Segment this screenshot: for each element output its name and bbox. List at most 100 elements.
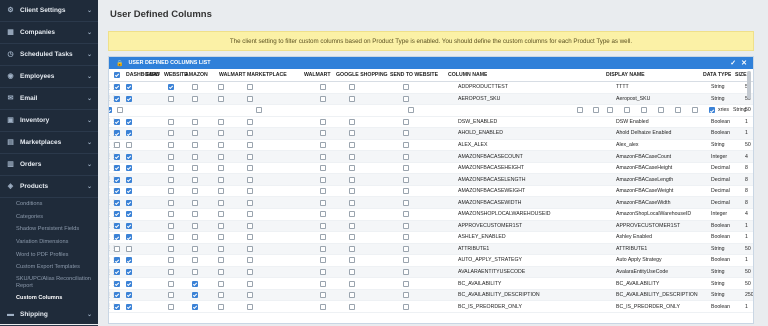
sidebar-item-companies[interactable]: ▦ Companies ⌄ bbox=[0, 22, 98, 44]
channel-checkbox[interactable] bbox=[641, 107, 647, 114]
row-select-checkbox[interactable] bbox=[114, 280, 120, 287]
channel-checkbox[interactable] bbox=[247, 84, 253, 91]
sidebar-item-inventory[interactable]: ▣ Inventory ⌄ bbox=[0, 110, 98, 132]
sidebar-subitem[interactable]: Word to PDF Profiles bbox=[0, 248, 98, 261]
row-select-checkbox[interactable] bbox=[114, 165, 120, 172]
channel-checkbox[interactable] bbox=[247, 292, 253, 299]
channel-checkbox[interactable] bbox=[218, 153, 224, 160]
channel-checkbox[interactable] bbox=[168, 199, 174, 206]
channel-checkbox[interactable] bbox=[168, 84, 174, 91]
sidebar-subitem[interactable]: Variation Dimensions bbox=[0, 236, 98, 249]
channel-checkbox[interactable] bbox=[247, 199, 253, 206]
channel-checkbox[interactable] bbox=[168, 118, 174, 125]
channel-checkbox[interactable] bbox=[218, 280, 224, 287]
channel-checkbox[interactable] bbox=[349, 269, 355, 276]
channel-checkbox[interactable] bbox=[168, 257, 174, 264]
channel-checkbox[interactable] bbox=[192, 280, 198, 287]
channel-checkbox[interactable] bbox=[126, 245, 132, 252]
row-select-checkbox[interactable] bbox=[114, 84, 120, 91]
channel-checkbox[interactable] bbox=[403, 153, 409, 160]
channel-checkbox[interactable] bbox=[168, 188, 174, 195]
save-icon[interactable]: ✓ bbox=[730, 59, 736, 67]
channel-checkbox[interactable] bbox=[247, 222, 253, 229]
channel-checkbox[interactable] bbox=[256, 107, 262, 114]
channel-checkbox[interactable] bbox=[349, 188, 355, 195]
sidebar-item-marketplaces[interactable]: ▤ Marketplaces ⌄ bbox=[0, 132, 98, 154]
channel-checkbox[interactable] bbox=[218, 199, 224, 206]
channel-checkbox[interactable] bbox=[218, 303, 224, 310]
channel-checkbox[interactable] bbox=[320, 142, 326, 148]
channel-checkbox[interactable] bbox=[168, 95, 174, 102]
channel-checkbox[interactable] bbox=[349, 292, 355, 299]
channel-checkbox[interactable] bbox=[320, 130, 326, 137]
channel-checkbox[interactable] bbox=[403, 234, 409, 241]
row-select-checkbox[interactable] bbox=[114, 153, 120, 160]
channel-checkbox[interactable] bbox=[126, 142, 132, 148]
table-row[interactable]: ⋮⋮AMAZONSHOPLOCALWAREHOUSEIDAmazonShopLo… bbox=[109, 209, 753, 221]
channel-checkbox[interactable] bbox=[349, 118, 355, 125]
sidebar-item-products[interactable]: ◈ Products ⌄ bbox=[0, 176, 98, 198]
table-row[interactable]: ⋮⋮AVALARAENTITYUSECODEAvalaraEntityUseCo… bbox=[109, 266, 753, 279]
channel-checkbox[interactable] bbox=[126, 118, 132, 125]
row-select-checkbox[interactable] bbox=[114, 199, 120, 206]
channel-checkbox[interactable] bbox=[593, 107, 599, 114]
sidebar-item-orders[interactable]: ▥ Orders ⌄ bbox=[0, 154, 98, 176]
channel-checkbox[interactable] bbox=[247, 188, 253, 195]
column-header[interactable]: DATA TYPE bbox=[703, 72, 731, 78]
channel-checkbox[interactable] bbox=[168, 130, 174, 137]
channel-checkbox[interactable] bbox=[192, 130, 198, 137]
scrollbar[interactable] bbox=[747, 71, 751, 99]
channel-checkbox[interactable] bbox=[349, 165, 355, 172]
row-select-checkbox[interactable] bbox=[114, 176, 120, 183]
channel-checkbox[interactable] bbox=[168, 165, 174, 172]
channel-checkbox[interactable] bbox=[218, 142, 224, 148]
channel-checkbox[interactable] bbox=[247, 176, 253, 183]
channel-checkbox[interactable] bbox=[403, 95, 409, 102]
channel-checkbox[interactable] bbox=[320, 165, 326, 172]
table-row[interactable]: ⋮⋮AMAZONFBACASELENGTHAmazonFBACaseLength… bbox=[109, 174, 753, 186]
sidebar-subitem[interactable]: Conditions bbox=[0, 198, 98, 211]
channel-checkbox[interactable] bbox=[349, 199, 355, 206]
channel-checkbox[interactable] bbox=[126, 222, 132, 229]
channel-checkbox[interactable] bbox=[247, 303, 253, 310]
channel-checkbox[interactable] bbox=[192, 245, 198, 252]
channel-checkbox[interactable] bbox=[168, 269, 174, 276]
channel-checkbox[interactable] bbox=[247, 211, 253, 218]
channel-checkbox[interactable] bbox=[126, 280, 132, 287]
channel-checkbox[interactable] bbox=[192, 84, 198, 91]
sidebar-subitem[interactable]: Categories bbox=[0, 211, 98, 224]
sidebar-subitem[interactable]: Shadow Persistent Fields bbox=[0, 223, 98, 236]
channel-checkbox[interactable] bbox=[403, 188, 409, 195]
table-row[interactable]: ⋮⋮DSW_ENABLEDDSW EnabledBoolean1 bbox=[109, 117, 753, 129]
channel-checkbox[interactable] bbox=[218, 188, 224, 195]
column-header[interactable]: WALMART MARKETPLACE bbox=[219, 72, 287, 78]
row-select-checkbox[interactable] bbox=[114, 211, 120, 218]
channel-checkbox[interactable] bbox=[247, 153, 253, 160]
sidebar-item-shipping[interactable]: ▬ Shipping ⌄ bbox=[0, 304, 98, 326]
channel-checkbox[interactable] bbox=[403, 211, 409, 218]
channel-checkbox[interactable] bbox=[403, 280, 409, 287]
channel-checkbox[interactable] bbox=[126, 95, 132, 102]
table-row[interactable]: ⋮⋮ADDPRODUCTTESTTTTTString50 bbox=[109, 82, 753, 94]
table-row[interactable]: ⋮⋮APPROVECUSTOMER1STAPPROVECUSTOMER1STBo… bbox=[109, 220, 753, 233]
channel-checkbox[interactable] bbox=[168, 292, 174, 299]
channel-checkbox[interactable] bbox=[675, 107, 681, 114]
column-header[interactable]: DISPLAY NAME bbox=[606, 72, 645, 78]
column-header[interactable]: GOOGLE SHOPPING bbox=[336, 72, 388, 78]
channel-checkbox[interactable] bbox=[126, 303, 132, 310]
channel-checkbox[interactable] bbox=[247, 165, 253, 172]
channel-checkbox[interactable] bbox=[218, 95, 224, 102]
table-row[interactable]: ⋮⋮AMAZONFBACASEWIDTHAmazonFBACaseWidthDe… bbox=[109, 197, 753, 210]
channel-checkbox[interactable] bbox=[349, 211, 355, 218]
channel-checkbox[interactable] bbox=[247, 280, 253, 287]
channel-checkbox[interactable] bbox=[126, 234, 132, 241]
channel-checkbox[interactable] bbox=[247, 257, 253, 264]
channel-checkbox[interactable] bbox=[126, 130, 132, 137]
channel-checkbox[interactable] bbox=[403, 142, 409, 148]
table-row[interactable]: ⋮⋮BC_IS_PREORDER_ONLYBC_IS_PREORDER_ONLY… bbox=[109, 301, 753, 313]
channel-checkbox[interactable] bbox=[247, 245, 253, 252]
channel-checkbox[interactable] bbox=[320, 234, 326, 241]
channel-checkbox[interactable] bbox=[320, 153, 326, 160]
sidebar-subitem[interactable]: Custom Columns bbox=[0, 292, 98, 305]
channel-checkbox[interactable] bbox=[218, 176, 224, 183]
